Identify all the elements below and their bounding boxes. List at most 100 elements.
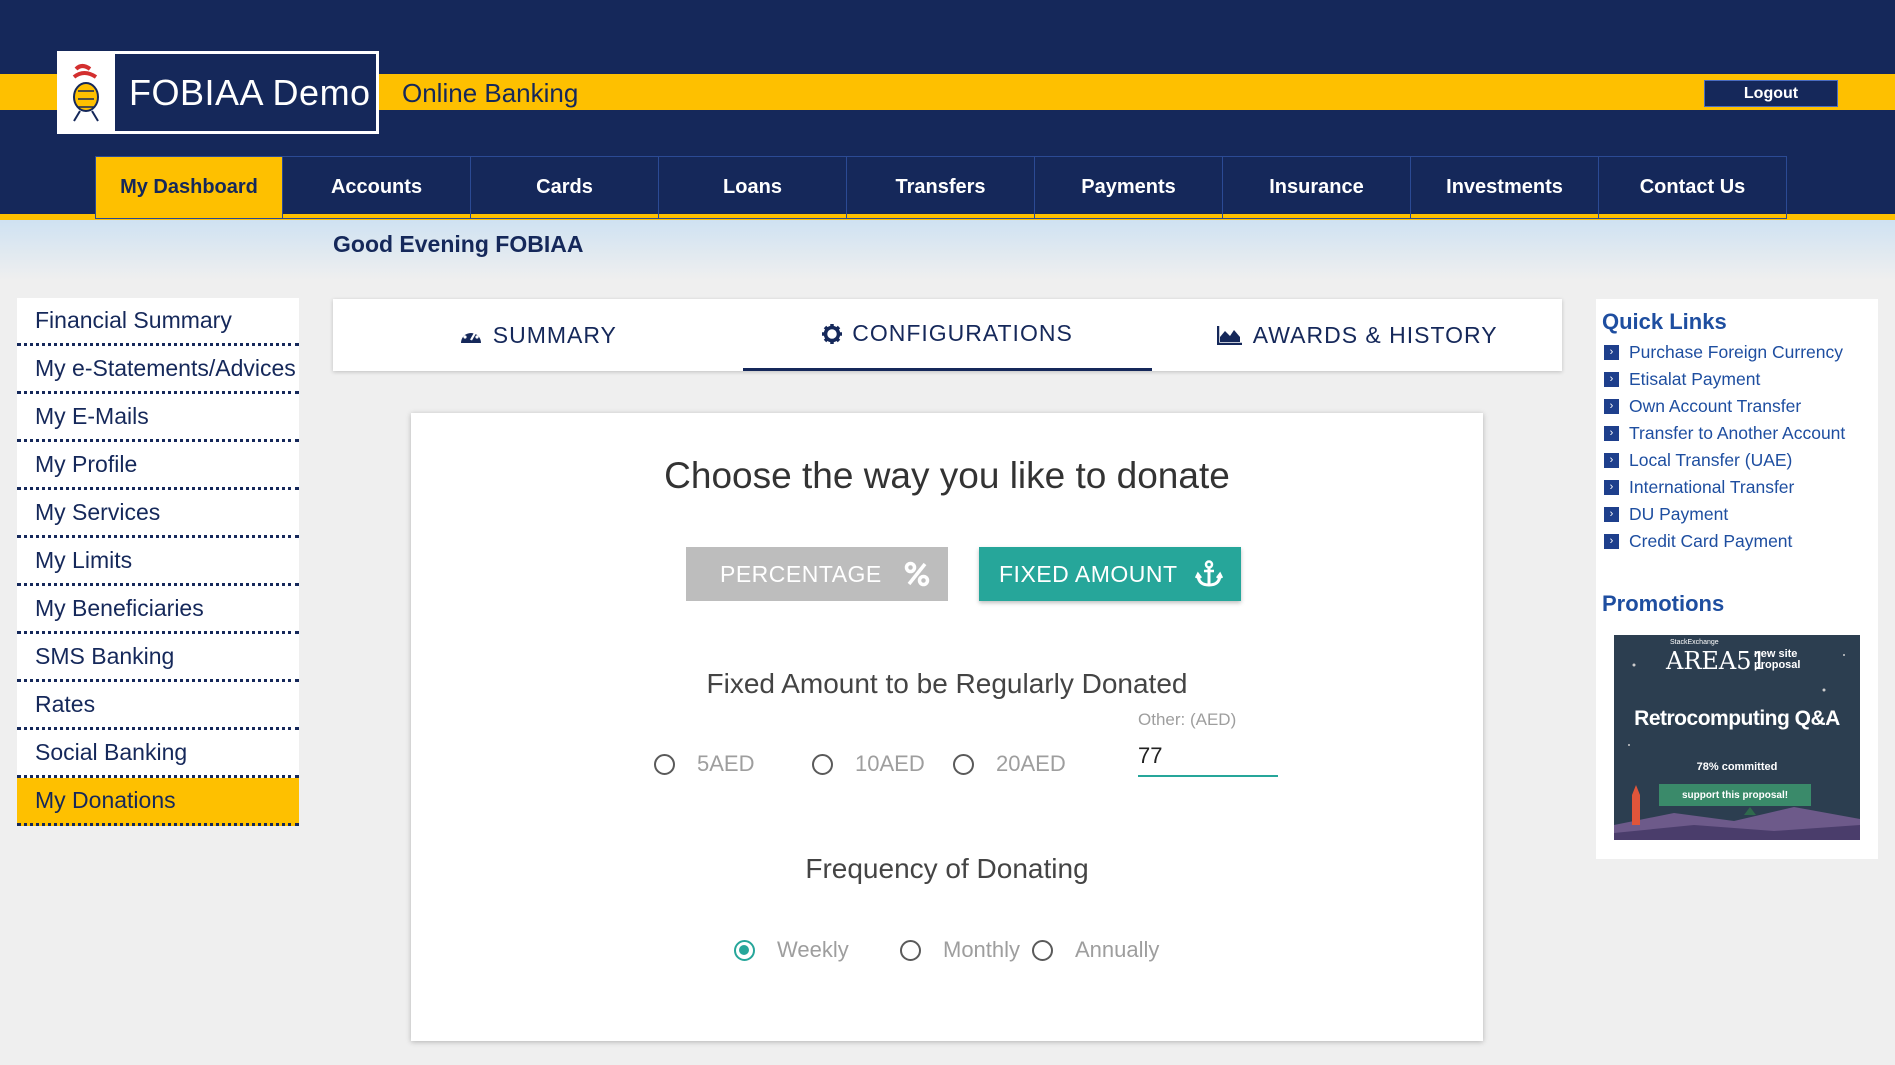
side-menu: Financial Summary My e-Statements/Advice… bbox=[17, 298, 299, 826]
quick-links-list: › Purchase Foreign Currency › Etisalat Pay… bbox=[1604, 339, 1845, 555]
radio-circle bbox=[900, 939, 921, 961]
tab-configurations-label: CONFIGURATIONS bbox=[852, 320, 1073, 346]
promotions-title: Promotions bbox=[1602, 591, 1725, 616]
chevron-right-icon: › bbox=[1604, 426, 1619, 441]
nav-contact-us[interactable]: Contact Us bbox=[1599, 156, 1787, 219]
quick-link-label: Etisalat Payment bbox=[1629, 369, 1761, 389]
percentage-label: PERCENTAGE bbox=[720, 560, 882, 587]
amount-option-20[interactable]: 20AED bbox=[953, 751, 1066, 777]
quick-link-own-account-transfer[interactable]: › Own Account Transfer bbox=[1604, 393, 1845, 420]
amount-option-10-label: 10AED bbox=[855, 751, 925, 776]
tab-awards-label: AWARDS & HISTORY bbox=[1252, 321, 1498, 348]
menu-e-statements[interactable]: My e-Statements/Advices bbox=[17, 346, 299, 394]
amount-option-5[interactable]: 5AED bbox=[654, 751, 754, 777]
anchor-icon bbox=[1195, 560, 1223, 588]
radio-circle bbox=[812, 753, 833, 775]
frequency-weekly-label: Weekly bbox=[777, 937, 849, 962]
nav-my-dashboard[interactable]: My Dashboard bbox=[95, 156, 283, 219]
quick-link-local-transfer[interactable]: › Local Transfer (UAE) bbox=[1604, 447, 1845, 474]
chevron-right-icon: › bbox=[1604, 372, 1619, 387]
menu-services[interactable]: My Services bbox=[17, 490, 299, 538]
percentage-button[interactable]: PERCENTAGE bbox=[686, 547, 948, 601]
donate-heading: Choose the way you like to donate bbox=[664, 455, 1230, 496]
radio-circle bbox=[1032, 939, 1053, 961]
site-subtitle: Online Banking bbox=[402, 78, 579, 108]
radio-circle bbox=[953, 753, 974, 775]
amount-heading: Fixed Amount to be Regularly Donated bbox=[706, 668, 1188, 699]
nav-investments[interactable]: Investments bbox=[1411, 156, 1599, 219]
chevron-right-icon: › bbox=[1604, 507, 1619, 522]
donation-tabs: SUMMARY CONFIGURATIONS AWARDS & HISTORY bbox=[333, 299, 1562, 371]
menu-profile[interactable]: My Profile bbox=[17, 442, 299, 490]
quick-link-purchase-foreign-currency[interactable]: › Purchase Foreign Currency bbox=[1604, 339, 1845, 366]
nav-loans[interactable]: Loans bbox=[659, 156, 847, 219]
fixed-amount-button[interactable]: FIXED AMOUNT bbox=[979, 547, 1241, 601]
donation-config-card: Choose the way you like to donate PERCEN… bbox=[411, 413, 1483, 1041]
gear-icon bbox=[822, 323, 843, 344]
quick-links-title: Quick Links bbox=[1602, 309, 1727, 334]
main-nav: My Dashboard Accounts Cards Loans Transf… bbox=[95, 156, 1787, 219]
frequency-annually[interactable]: Annually bbox=[1032, 937, 1159, 963]
nav-payments[interactable]: Payments bbox=[1035, 156, 1223, 219]
menu-limits[interactable]: My Limits bbox=[17, 538, 299, 586]
other-amount-input[interactable] bbox=[1138, 737, 1278, 777]
menu-financial-summary[interactable]: Financial Summary bbox=[17, 298, 299, 346]
promotion-banner[interactable]: StackExchange AREA51 new site proposal R… bbox=[1614, 635, 1860, 840]
quick-link-label: Own Account Transfer bbox=[1629, 396, 1802, 416]
quick-link-du-payment[interactable]: › DU Payment bbox=[1604, 501, 1845, 528]
tab-configurations[interactable]: CONFIGURATIONS bbox=[742, 299, 1153, 371]
tab-summary[interactable]: SUMMARY bbox=[333, 299, 743, 371]
quick-link-etisalat-payment[interactable]: › Etisalat Payment bbox=[1604, 366, 1845, 393]
quick-link-label: Purchase Foreign Currency bbox=[1629, 342, 1843, 362]
menu-beneficiaries[interactable]: My Beneficiaries bbox=[17, 586, 299, 634]
quick-link-credit-card-payment[interactable]: › Credit Card Payment bbox=[1604, 528, 1845, 555]
right-sidebar: Quick Links › Purchase Foreign Currency ›… bbox=[1596, 299, 1878, 859]
tab-summary-label: SUMMARY bbox=[492, 321, 617, 348]
other-amount-label: Other: (AED) bbox=[1138, 710, 1237, 729]
chevron-right-icon: › bbox=[1604, 399, 1619, 414]
percent-icon bbox=[904, 561, 930, 587]
nav-accounts[interactable]: Accounts bbox=[283, 156, 471, 219]
amount-option-5-label: 5AED bbox=[697, 751, 755, 776]
bank-logo[interactable]: FOBIAA Demo bbox=[57, 51, 379, 134]
nav-cards[interactable]: Cards bbox=[471, 156, 659, 219]
nav-insurance[interactable]: Insurance bbox=[1223, 156, 1411, 219]
greeting-band bbox=[0, 220, 1895, 280]
greeting-text: Good Evening FOBIAA bbox=[333, 231, 584, 257]
bank-name: FOBIAA Demo bbox=[129, 71, 371, 113]
promo-committed: 78% committed bbox=[1696, 761, 1778, 773]
quick-link-label: International Transfer bbox=[1629, 477, 1795, 497]
nav-transfers[interactable]: Transfers bbox=[847, 156, 1035, 219]
menu-sms-banking[interactable]: SMS Banking bbox=[17, 634, 299, 682]
promo-tag: new site proposal bbox=[1754, 648, 1801, 671]
frequency-monthly[interactable]: Monthly bbox=[900, 937, 1020, 963]
menu-my-donations[interactable]: My Donations bbox=[17, 778, 299, 826]
chevron-right-icon: › bbox=[1604, 345, 1619, 360]
fixed-amount-label: FIXED AMOUNT bbox=[999, 560, 1178, 587]
chevron-right-icon: › bbox=[1604, 453, 1619, 468]
frequency-annually-label: Annually bbox=[1075, 937, 1160, 962]
tachometer-icon bbox=[459, 325, 483, 345]
promo-headline: Retrocomputing Q&A bbox=[1634, 707, 1840, 730]
logout-button[interactable]: Logout bbox=[1704, 80, 1838, 107]
menu-e-mails[interactable]: My E-Mails bbox=[17, 394, 299, 442]
tab-awards-history[interactable]: AWARDS & HISTORY bbox=[1152, 299, 1562, 371]
menu-social-banking[interactable]: Social Banking bbox=[17, 730, 299, 778]
amount-option-20-label: 20AED bbox=[996, 751, 1066, 776]
promo-brand-sup: StackExchange bbox=[1670, 639, 1719, 646]
frequency-monthly-label: Monthly bbox=[943, 937, 1021, 962]
quick-link-international-transfer[interactable]: › International Transfer bbox=[1604, 474, 1845, 501]
radio-circle bbox=[734, 939, 755, 961]
quick-link-label: Local Transfer (UAE) bbox=[1629, 450, 1793, 470]
frequency-heading: Frequency of Donating bbox=[805, 853, 1089, 884]
amount-option-10[interactable]: 10AED bbox=[812, 751, 925, 777]
promo-support-button[interactable]: support this proposal! bbox=[1659, 784, 1811, 806]
area-chart-icon bbox=[1216, 325, 1243, 345]
chevron-right-icon: › bbox=[1604, 480, 1619, 495]
quick-link-label: Credit Card Payment bbox=[1629, 531, 1793, 551]
promo-brand: AREA51 bbox=[1666, 647, 1767, 675]
frequency-weekly[interactable]: Weekly bbox=[734, 937, 849, 963]
menu-rates[interactable]: Rates bbox=[17, 682, 299, 730]
quick-link-transfer-another-account[interactable]: › Transfer to Another Account bbox=[1604, 420, 1845, 447]
chevron-right-icon: › bbox=[1604, 534, 1619, 549]
